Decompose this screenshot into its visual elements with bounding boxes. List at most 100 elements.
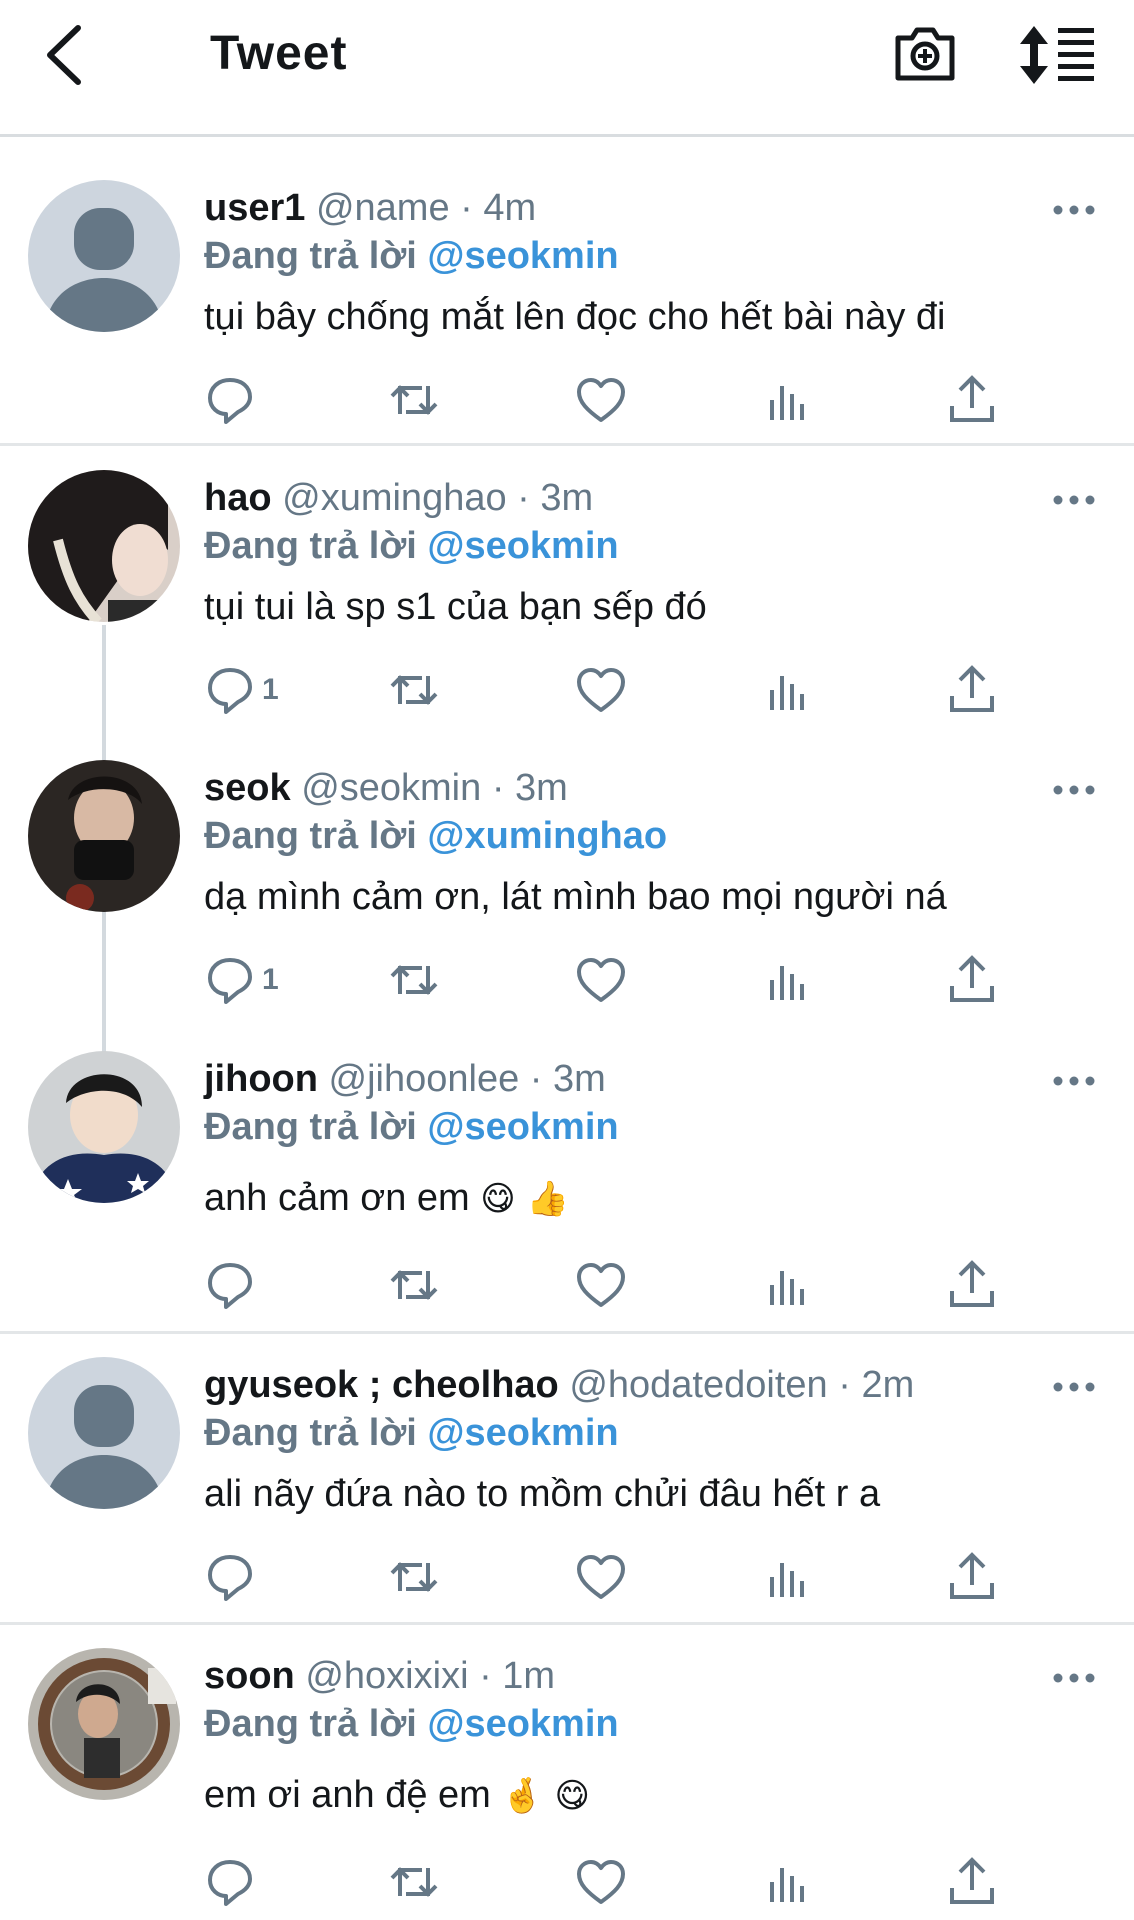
- share-button[interactable]: [946, 1547, 998, 1607]
- share-icon: [950, 1857, 994, 1904]
- timestamp: 2m: [861, 1364, 915, 1406]
- reply-button[interactable]: [204, 1547, 262, 1607]
- replying-to: Đang trả lời @seokmin: [204, 1409, 619, 1457]
- avatar[interactable]: [28, 180, 180, 332]
- tweet-header: jihoon @jihoonlee · 3m: [204, 1055, 606, 1103]
- reply-target-link[interactable]: @seokmin: [427, 235, 618, 277]
- reply-button[interactable]: 1: [204, 660, 279, 720]
- more-dots-icon: [1053, 205, 1095, 215]
- like-button[interactable]: [575, 660, 627, 720]
- display-name[interactable]: user1: [204, 187, 305, 229]
- display-name[interactable]: hao: [204, 477, 272, 519]
- analytics-button[interactable]: [762, 1852, 814, 1912]
- chevron-left-icon: [47, 25, 81, 85]
- retweet-button[interactable]: [388, 370, 440, 430]
- reply-count: 1: [262, 673, 279, 706]
- handle[interactable]: @jihoonlee: [329, 1058, 520, 1100]
- avatar[interactable]: [28, 1648, 180, 1800]
- replying-to-label: Đang trả lời: [204, 1412, 417, 1454]
- tweet-actions: [0, 1852, 1134, 1912]
- share-button[interactable]: [946, 1255, 998, 1315]
- tweet[interactable]: soon @hoxixixi · 1m Đang trả lời @seokmi…: [0, 1648, 1134, 1920]
- more-button[interactable]: [1050, 1373, 1098, 1401]
- heart-icon: [577, 378, 625, 422]
- share-icon: [950, 665, 994, 712]
- tweet[interactable]: gyuseok ; cheolhao @hodatedoiten · 2m Đa…: [0, 1357, 1134, 1622]
- share-button[interactable]: [946, 660, 998, 720]
- replying-to: Đang trả lời @seokmin: [204, 232, 619, 280]
- retweet-icon: [390, 1562, 438, 1592]
- share-button[interactable]: [946, 950, 998, 1010]
- retweet-icon: [390, 1270, 438, 1300]
- tweet[interactable]: user1 @name · 4m Đang trả lời @seokmin t…: [0, 180, 1134, 445]
- handle[interactable]: @name: [316, 187, 450, 229]
- share-icon: [950, 375, 994, 422]
- more-dots-icon: [1053, 1673, 1095, 1683]
- like-button[interactable]: [575, 1852, 627, 1912]
- analytics-button[interactable]: [762, 1547, 814, 1607]
- analytics-button[interactable]: [762, 660, 814, 720]
- avatar[interactable]: [28, 470, 180, 622]
- retweet-button[interactable]: [388, 1547, 440, 1607]
- like-button[interactable]: [575, 1255, 627, 1315]
- tweet[interactable]: hao @xuminghao · 3m Đang trả lời @seokmi…: [0, 470, 1134, 750]
- more-button[interactable]: [1050, 196, 1098, 224]
- display-name[interactable]: seok: [204, 767, 291, 809]
- tweet-emoji: 😋 👍: [480, 1179, 569, 1219]
- more-button[interactable]: [1050, 776, 1098, 804]
- share-button[interactable]: [946, 370, 998, 430]
- more-button[interactable]: [1050, 1067, 1098, 1095]
- display-name[interactable]: gyuseok ; cheolhao: [204, 1364, 559, 1406]
- tweet-actions: 1: [0, 950, 1134, 1010]
- display-name[interactable]: soon: [204, 1655, 295, 1697]
- analytics-icon: [770, 1563, 804, 1597]
- timestamp: 3m: [515, 767, 568, 809]
- reply-button[interactable]: [204, 1852, 262, 1912]
- timestamp: 3m: [540, 477, 594, 519]
- dot-separator: ·: [506, 477, 541, 519]
- like-button[interactable]: [575, 370, 627, 430]
- retweet-icon: [390, 675, 438, 705]
- like-button[interactable]: [575, 950, 627, 1010]
- display-name[interactable]: jihoon: [204, 1058, 318, 1100]
- analytics-icon: [770, 386, 804, 420]
- more-button[interactable]: [1050, 1664, 1098, 1692]
- retweet-button[interactable]: [388, 1852, 440, 1912]
- reply-target-link[interactable]: @seokmin: [427, 1703, 618, 1745]
- retweet-button[interactable]: [388, 1255, 440, 1315]
- analytics-button[interactable]: [762, 370, 814, 430]
- avatar[interactable]: [28, 1357, 180, 1509]
- reply-button[interactable]: 1: [204, 950, 279, 1010]
- avatar[interactable]: [28, 760, 180, 912]
- share-button[interactable]: [946, 1852, 998, 1912]
- reply-icon: [208, 958, 252, 1004]
- avatar[interactable]: [28, 1051, 180, 1203]
- handle[interactable]: @seokmin: [301, 767, 481, 809]
- replying-to-label: Đang trả lời: [204, 525, 417, 567]
- tweet-actions: 1: [0, 660, 1134, 720]
- sort-button[interactable]: [1020, 22, 1100, 88]
- retweet-button[interactable]: [388, 660, 440, 720]
- reply-target-link[interactable]: @seokmin: [427, 1412, 618, 1454]
- like-button[interactable]: [575, 1547, 627, 1607]
- back-button[interactable]: [40, 22, 90, 88]
- share-icon: [950, 1260, 994, 1307]
- tweet[interactable]: jihoon @jihoonlee · 3m Đang trả lời @seo…: [0, 1051, 1134, 1331]
- retweet-button[interactable]: [388, 950, 440, 1010]
- camera-button[interactable]: [890, 18, 960, 88]
- handle[interactable]: @hodatedoiten: [569, 1364, 827, 1406]
- analytics-button[interactable]: [762, 950, 814, 1010]
- handle[interactable]: @hoxixixi: [305, 1655, 468, 1697]
- reply-icon: [208, 378, 252, 424]
- reply-icon: [208, 1860, 252, 1906]
- reply-target-link[interactable]: @seokmin: [427, 525, 618, 567]
- reply-target-link[interactable]: @seokmin: [427, 1106, 618, 1148]
- handle[interactable]: @xuminghao: [282, 477, 506, 519]
- reply-target-link[interactable]: @xuminghao: [427, 815, 667, 857]
- analytics-button[interactable]: [762, 1255, 814, 1315]
- tweet[interactable]: seok @seokmin · 3m Đang trả lời @xumingh…: [0, 760, 1134, 1040]
- tweet-actions: [0, 1547, 1134, 1607]
- more-button[interactable]: [1050, 486, 1098, 514]
- reply-button[interactable]: [204, 370, 262, 430]
- reply-button[interactable]: [204, 1255, 262, 1315]
